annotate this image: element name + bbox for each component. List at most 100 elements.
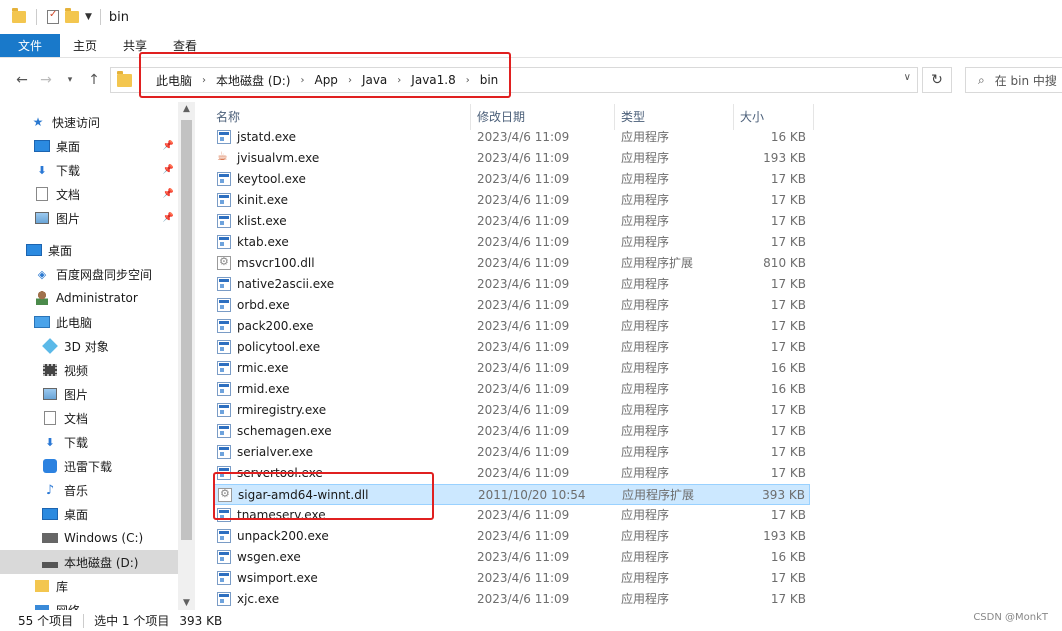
sidebar-item[interactable]: ⬇ 下载 📌 xyxy=(0,158,178,182)
file-row[interactable]: wsimport.exe 2023/4/6 11:09 应用程序 17 KB xyxy=(214,568,810,589)
folder-icon xyxy=(12,8,26,23)
sidebar-item[interactable]: 图片 xyxy=(0,382,178,406)
file-row[interactable]: xjc.exe 2023/4/6 11:09 应用程序 17 KB xyxy=(214,589,810,610)
pin-icon[interactable]: 📌 xyxy=(163,165,174,175)
file-row[interactable]: msvcr100.dll 2023/4/6 11:09 应用程序扩展 810 KB xyxy=(214,253,810,274)
file-name: kinit.exe xyxy=(237,193,289,207)
sidebar-item[interactable]: ⬇ 下载 xyxy=(0,430,178,454)
breadcrumb-this-pc[interactable]: 此电脑 xyxy=(150,72,198,89)
up-arrow-icon[interactable]: ↑ xyxy=(82,72,106,88)
exe-file-icon xyxy=(217,445,231,459)
file-row[interactable]: rmic.exe 2023/4/6 11:09 应用程序 16 KB xyxy=(214,358,810,379)
file-row[interactable]: serialver.exe 2023/4/6 11:09 应用程序 17 KB xyxy=(214,442,810,463)
sidebar-item[interactable]: 本地磁盘 (D:) xyxy=(0,550,178,574)
breadcrumb-app[interactable]: App xyxy=(308,73,343,87)
file-name: jstatd.exe xyxy=(237,130,297,144)
computer-icon xyxy=(34,315,50,329)
sidebar-item[interactable]: 文档 📌 xyxy=(0,182,178,206)
sidebar-item[interactable]: ◈ 百度网盘同步空间 xyxy=(0,262,178,286)
file-type: 应用程序扩展 xyxy=(622,488,695,502)
file-row[interactable]: servertool.exe 2023/4/6 11:09 应用程序 17 KB xyxy=(214,463,810,484)
file-row[interactable]: klist.exe 2023/4/6 11:09 应用程序 17 KB xyxy=(214,211,810,232)
sidebar-item[interactable]: 库 xyxy=(0,574,178,598)
file-row[interactable]: jvisualvm.exe 2023/4/6 11:09 应用程序 193 KB xyxy=(214,148,810,169)
pin-icon[interactable]: 📌 xyxy=(163,141,174,151)
chevron-down-icon[interactable]: ∨ xyxy=(904,72,911,83)
sidebar-item[interactable]: 视频 xyxy=(0,358,178,382)
download-icon-glyph: ⬇ xyxy=(37,163,47,177)
chevron-right-icon[interactable]: › xyxy=(296,75,308,86)
file-row[interactable]: pack200.exe 2023/4/6 11:09 应用程序 17 KB xyxy=(214,316,810,337)
file-row[interactable]: ktab.exe 2023/4/6 11:09 应用程序 17 KB xyxy=(214,232,810,253)
file-row[interactable]: keytool.exe 2023/4/6 11:09 应用程序 17 KB xyxy=(214,169,810,190)
breadcrumb-java[interactable]: Java xyxy=(356,73,393,87)
file-date: 2023/4/6 11:09 xyxy=(477,466,570,480)
file-row[interactable]: tnameserv.exe 2023/4/6 11:09 应用程序 17 KB xyxy=(214,505,810,526)
file-type: 应用程序 xyxy=(621,172,670,186)
file-row[interactable]: wsgen.exe 2023/4/6 11:09 应用程序 16 KB xyxy=(214,547,810,568)
pin-icon[interactable]: 📌 xyxy=(163,189,174,199)
file-size: 17 KB xyxy=(770,172,806,186)
breadcrumb-java18[interactable]: Java1.8 xyxy=(405,73,461,87)
file-row[interactable]: sigar-amd64-winnt.dll 2011/10/20 10:54 应用程… xyxy=(214,484,810,505)
file-row[interactable]: policytool.exe 2023/4/6 11:09 应用程序 17 KB xyxy=(214,337,810,358)
file-row[interactable]: rmid.exe 2023/4/6 11:09 应用程序 16 KB xyxy=(214,379,810,400)
file-row[interactable]: schemagen.exe 2023/4/6 11:09 应用程序 17 KB xyxy=(214,421,810,442)
chevron-down-icon[interactable]: ▼ xyxy=(85,12,92,22)
sidebar-item[interactable]: 桌面 📌 xyxy=(0,134,178,158)
scroll-up-icon[interactable]: ▲ xyxy=(178,104,195,114)
tab-share[interactable]: 共享 xyxy=(110,34,160,57)
file-row[interactable]: orbd.exe 2023/4/6 11:09 应用程序 17 KB xyxy=(214,295,810,316)
scroll-down-icon[interactable]: ▼ xyxy=(178,598,195,608)
tab-home[interactable]: 主页 xyxy=(60,34,110,57)
sidebar-item-label: 桌面 xyxy=(64,507,89,522)
tab-file[interactable]: 文件 xyxy=(0,34,60,57)
chevron-right-icon[interactable]: › xyxy=(198,75,210,86)
sidebar-item-label: Windows (C:) xyxy=(64,531,144,545)
new-folder-icon[interactable] xyxy=(65,8,79,23)
file-row[interactable]: native2ascii.exe 2023/4/6 11:09 应用程序 17 KB xyxy=(214,274,810,295)
sidebar-item[interactable]: ★ 快速访问 xyxy=(0,110,178,134)
file-row[interactable]: kinit.exe 2023/4/6 11:09 应用程序 17 KB xyxy=(214,190,810,211)
sidebar-item[interactable]: ♪ 音乐 xyxy=(0,478,178,502)
file-type: 应用程序 xyxy=(621,151,670,165)
recent-locations-chevron-icon[interactable]: ▾ xyxy=(58,75,82,85)
sidebar-item[interactable]: Administrator xyxy=(0,286,178,310)
pictures-icon-glyph xyxy=(35,212,49,224)
chevron-right-icon[interactable]: › xyxy=(462,75,474,86)
sidebar-item[interactable]: 迅雷下载 xyxy=(0,454,178,478)
refresh-button[interactable]: ↻ xyxy=(922,67,952,93)
file-name: tnameserv.exe xyxy=(237,508,326,522)
sidebar-item[interactable]: Windows (C:) xyxy=(0,526,178,550)
video-icon-glyph xyxy=(43,364,57,376)
breadcrumb-drive-d[interactable]: 本地磁盘 (D:) xyxy=(210,72,296,89)
pin-icon[interactable]: 📌 xyxy=(163,213,174,223)
windows-drive-icon xyxy=(42,531,58,545)
scrollbar-thumb[interactable] xyxy=(181,120,192,540)
file-row[interactable]: jstatd.exe 2023/4/6 11:09 应用程序 16 KB xyxy=(214,127,810,148)
breadcrumb-bin[interactable]: bin xyxy=(474,73,505,87)
search-input[interactable]: ⌕ 在 bin 中搜 xyxy=(965,67,1062,93)
exe-file-icon xyxy=(217,298,231,312)
back-arrow-icon[interactable]: ← xyxy=(10,72,34,88)
sidebar-item[interactable]: 桌面 xyxy=(0,238,178,262)
file-name: unpack200.exe xyxy=(237,529,329,543)
sidebar-item[interactable]: 此电脑 xyxy=(0,310,178,334)
file-name: xjc.exe xyxy=(237,592,280,606)
user-icon-glyph xyxy=(36,291,48,305)
sidebar-item[interactable]: 图片 📌 xyxy=(0,206,178,230)
properties-icon[interactable] xyxy=(47,9,59,24)
chevron-right-icon[interactable]: › xyxy=(344,75,356,86)
sidebar-item[interactable]: 桌面 xyxy=(0,502,178,526)
computer-icon-glyph xyxy=(34,316,50,328)
address-bar[interactable]: 此电脑 › 本地磁盘 (D:) › App › Java › Java1.8 ›… xyxy=(110,67,918,93)
sidebar-item[interactable]: 文档 xyxy=(0,406,178,430)
chevron-right-icon[interactable]: › xyxy=(393,75,405,86)
sidebar-item[interactable]: 3D 对象 xyxy=(0,334,178,358)
sidebar-item[interactable]: 网络 xyxy=(0,598,178,610)
sidebar-scrollbar[interactable]: ▲ ▼ xyxy=(178,102,195,610)
file-row[interactable]: rmiregistry.exe 2023/4/6 11:09 应用程序 17 KB xyxy=(214,400,810,421)
file-row[interactable]: unpack200.exe 2023/4/6 11:09 应用程序 193 KB xyxy=(214,526,810,547)
forward-arrow-icon[interactable]: → xyxy=(34,72,58,88)
tab-view[interactable]: 查看 xyxy=(160,34,210,57)
